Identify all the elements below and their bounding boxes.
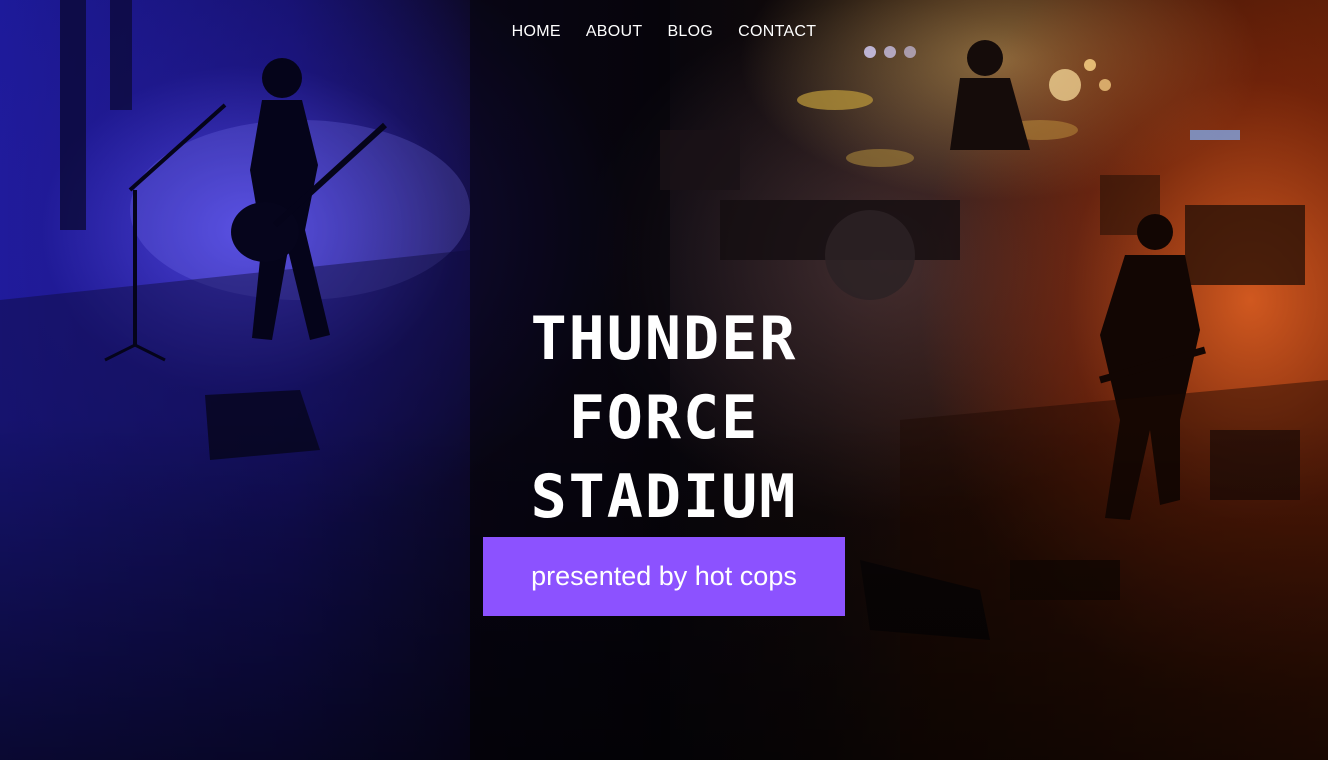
nav-blog-link[interactable]: BLOG [667, 22, 713, 42]
hero-title-line-2: FORCE [568, 383, 760, 453]
hero-section: HOME ABOUT BLOG CONTACT THUNDER FORCE ST… [0, 0, 1328, 760]
main-nav: HOME ABOUT BLOG CONTACT [0, 22, 1328, 42]
nav-contact-link[interactable]: CONTACT [738, 22, 816, 42]
hero-title-line-3: STADIUM [530, 462, 798, 532]
nav-about-link[interactable]: ABOUT [586, 22, 643, 42]
hero-title-line-1: THUNDER [530, 304, 798, 374]
hero-title: THUNDER FORCE STADIUM [0, 300, 1328, 537]
nav-home-link[interactable]: HOME [512, 22, 561, 42]
presented-by-button[interactable]: presented by hot cops [483, 537, 845, 616]
